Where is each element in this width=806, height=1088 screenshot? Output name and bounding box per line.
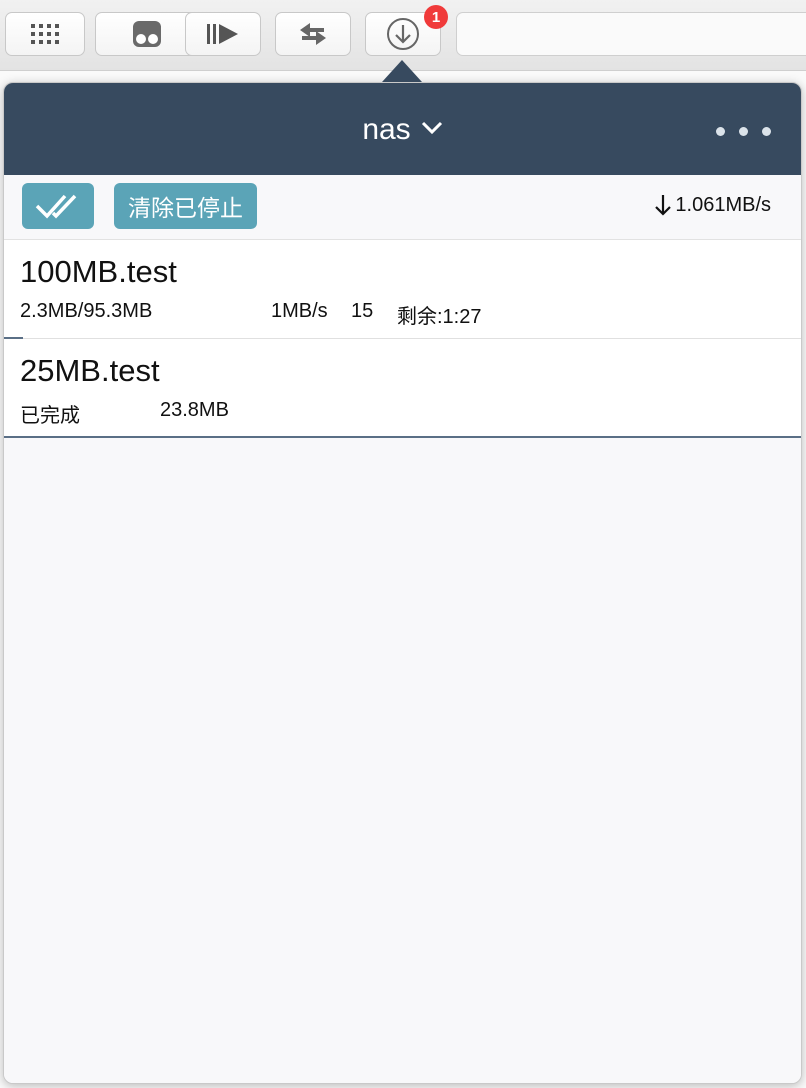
arrow-down-icon	[655, 195, 672, 216]
download-status: 已完成	[20, 405, 80, 427]
file-size: 23.8MB	[160, 399, 229, 421]
chevron-down-icon	[421, 109, 443, 143]
apps-grid-button[interactable]	[5, 12, 85, 56]
connection-count: 15	[351, 300, 374, 322]
popover-header: nas	[4, 83, 801, 175]
more-dot-icon	[716, 127, 725, 136]
file-size: 2.3MB/95.3MB	[20, 300, 153, 322]
popover-arrow	[382, 60, 422, 82]
download-item[interactable]: 25MB.test 已完成 23.8MB	[4, 339, 801, 439]
download-speed: 1MB/s	[271, 300, 328, 322]
double-check-icon	[35, 194, 77, 219]
file-name: 25MB.test	[20, 353, 160, 388]
download-list: 100MB.test 2.3MB/95.3MB 1MB/s 15 剩余:1:27…	[4, 240, 801, 439]
host-name: nas	[362, 113, 411, 146]
play-next-button[interactable]	[185, 12, 261, 56]
host-selector[interactable]: nas	[4, 109, 801, 147]
transfer-icon	[300, 23, 326, 45]
theater-button[interactable]	[95, 12, 199, 56]
clear-stopped-button[interactable]: 清除已停止	[114, 183, 257, 229]
empty-area	[4, 438, 801, 1083]
file-name: 100MB.test	[20, 254, 177, 289]
more-dot-icon	[762, 127, 771, 136]
total-speed-value: 1.061MB/s	[675, 193, 771, 216]
actions-bar: 清除已停止 1.061MB/s	[4, 175, 801, 240]
time-remaining: 剩余:1:27	[397, 306, 482, 328]
select-all-button[interactable]	[22, 183, 94, 229]
transfer-button[interactable]	[275, 12, 351, 56]
play-next-icon	[207, 24, 238, 44]
total-download-speed: 1.061MB/s	[654, 193, 771, 217]
downloads-popover: nas 清除已停止 1.061MB/s 100MB.test 2.3MB/95.…	[3, 82, 802, 1084]
download-item[interactable]: 100MB.test 2.3MB/95.3MB 1MB/s 15 剩余:1:27	[4, 240, 801, 340]
download-icon	[387, 18, 419, 50]
address-field[interactable]	[456, 12, 806, 56]
download-count-badge: 1	[424, 5, 448, 29]
more-options-button[interactable]	[716, 127, 771, 136]
theater-icon	[133, 21, 161, 47]
more-dot-icon	[739, 127, 748, 136]
grid-icon	[31, 24, 59, 44]
